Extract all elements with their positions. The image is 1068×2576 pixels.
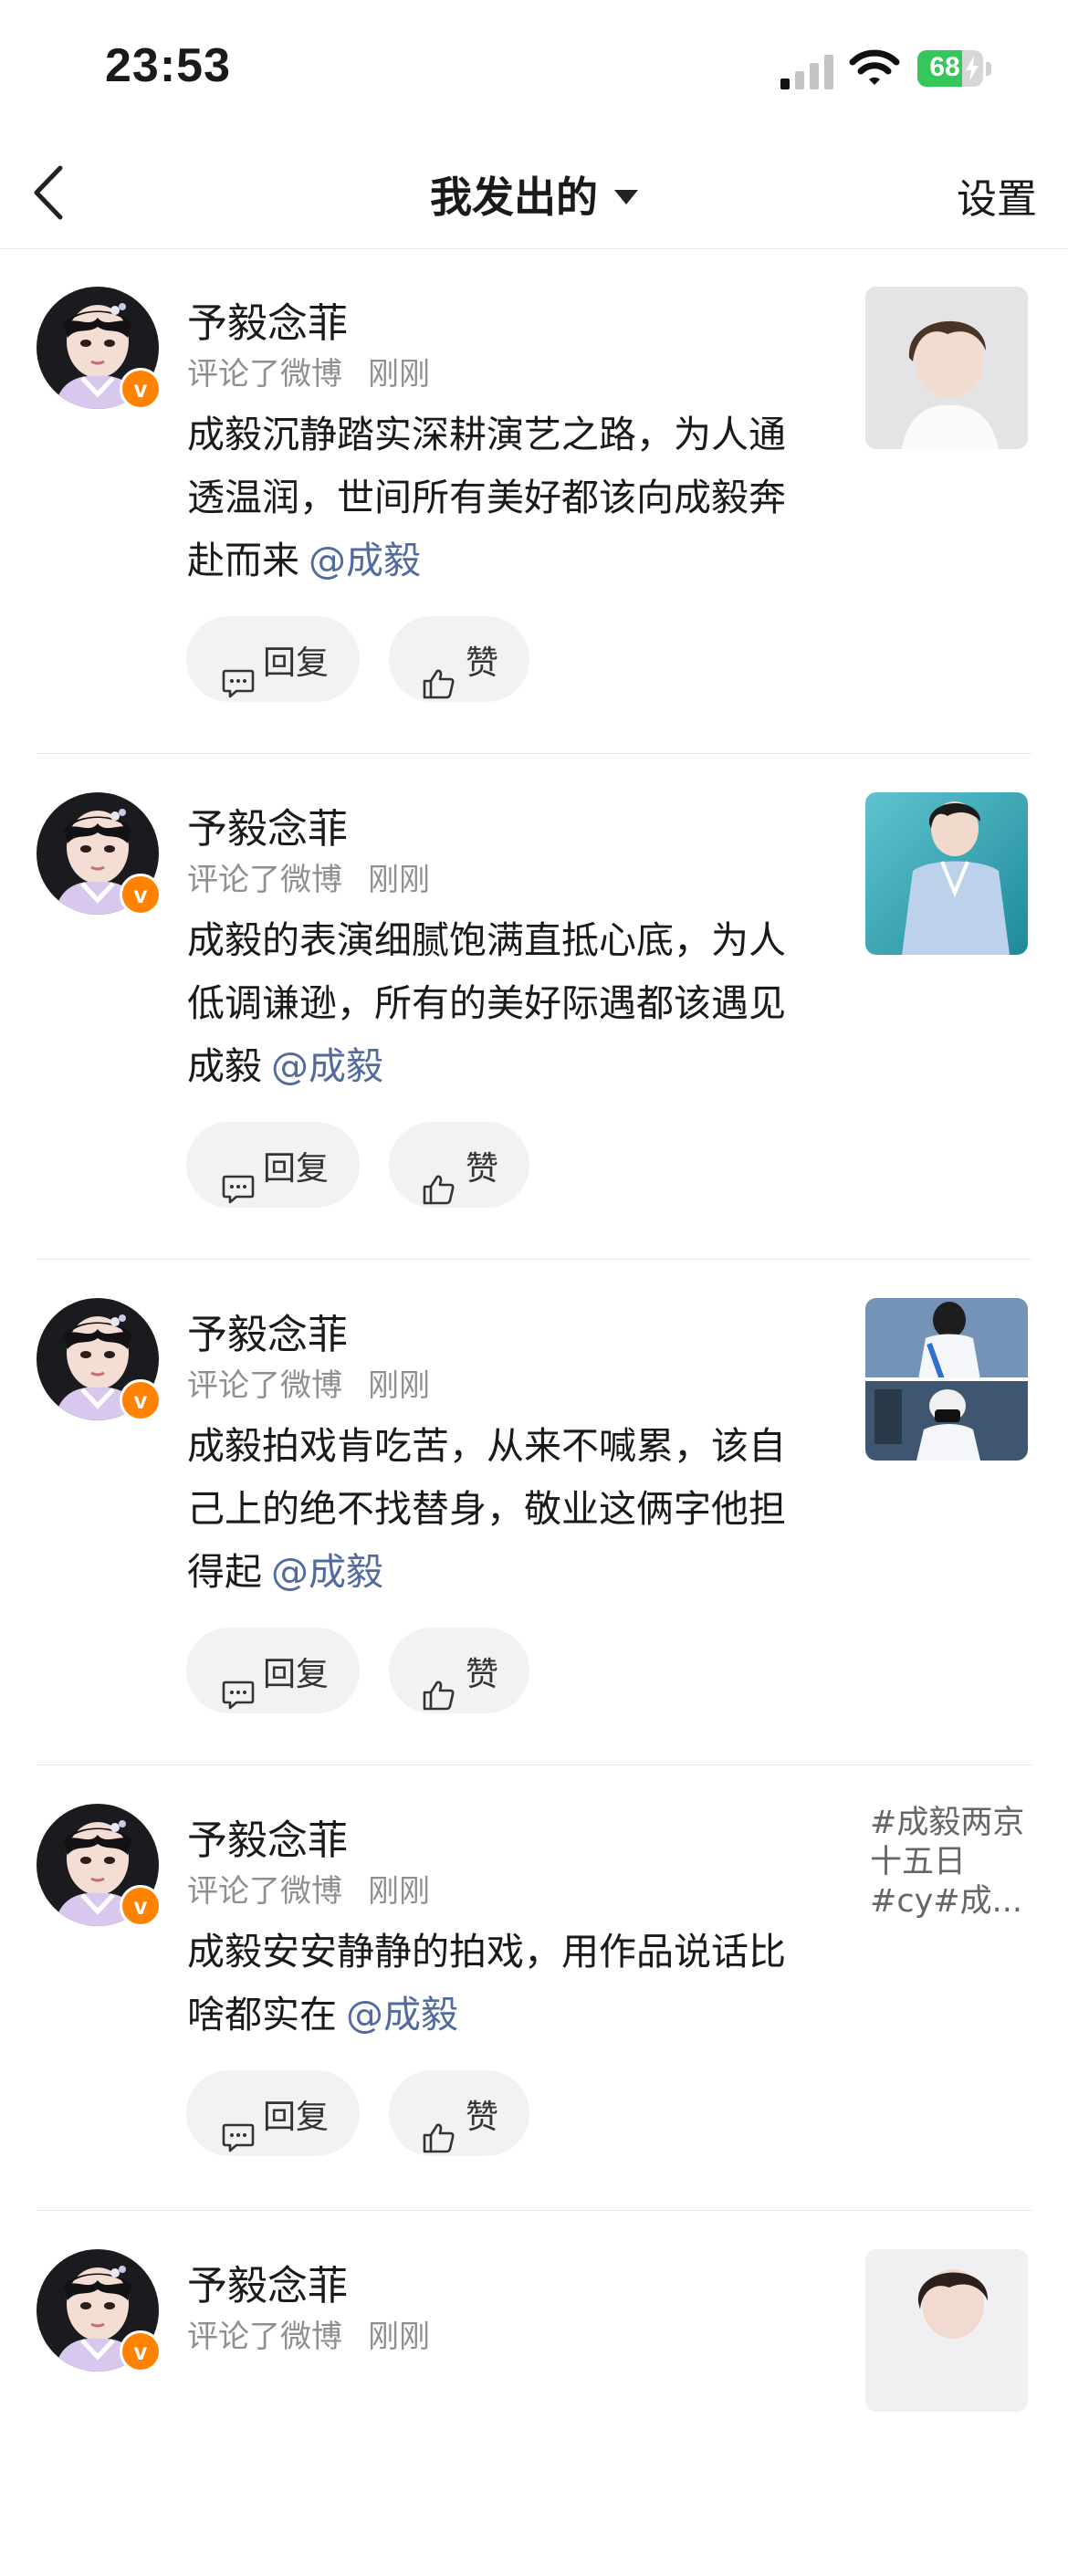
- comment-meta: 评论了微博 刚刚: [187, 854, 430, 899]
- weibo-thumbnail[interactable]: [865, 287, 1028, 449]
- comment-item[interactable]: v 予毅念菲 评论了微博 刚刚: [0, 2211, 1068, 2576]
- comment-action: 评论了微博: [187, 1367, 342, 1404]
- comment-icon: [222, 1175, 255, 1204]
- comment-time: 刚刚: [368, 2319, 430, 2355]
- comment-icon: [222, 1681, 255, 1710]
- comment-time: 刚刚: [368, 356, 430, 393]
- reply-button[interactable]: 回复: [186, 1628, 360, 1713]
- username[interactable]: 予毅念菲: [187, 796, 348, 854]
- comment-item[interactable]: v 予毅念菲 评论了微博 刚刚成毅安安静静的拍戏，用作品说话比啥都实在 @成毅 回复…: [0, 1765, 1068, 2211]
- username[interactable]: 予毅念菲: [187, 2253, 348, 2311]
- comment-text: 成毅安安静静的拍戏，用作品说话比啥都实在 @成毅: [187, 1921, 808, 2047]
- wifi-icon: [849, 49, 900, 85]
- like-label: 赞: [466, 1150, 499, 1188]
- settings-button[interactable]: 设置: [957, 166, 1037, 225]
- weibo-thumbnail[interactable]: [865, 2249, 1028, 2412]
- reply-label: 回复: [263, 2099, 330, 2136]
- verified-badge-icon: v: [120, 2330, 162, 2372]
- mention-link[interactable]: @成毅: [271, 1550, 383, 1594]
- reply-label: 回复: [263, 644, 330, 682]
- comment-action: 评论了微博: [187, 2319, 342, 2355]
- verified-badge-icon: v: [120, 874, 162, 916]
- comment-text: 成毅的表演细腻饱满直抵心底，为人低调谦逊，所有的美好际遇都该遇见成毅 @成毅: [187, 909, 808, 1098]
- cellular-signal-icon: [780, 55, 833, 89]
- comment-body: 成毅安安静静的拍戏，用作品说话比啥都实在: [187, 1930, 786, 2037]
- comment-text: 成毅沉静踏实深耕演艺之路，为人通透温润，世间所有美好都该向成毅奔赴而来 @成毅: [187, 403, 808, 592]
- weibo-thumbnail[interactable]: [865, 1298, 1028, 1461]
- comment-action: 评论了微博: [187, 1873, 342, 1910]
- like-label: 赞: [466, 2099, 499, 2136]
- reply-button[interactable]: 回复: [186, 1122, 360, 1208]
- username[interactable]: 予毅念菲: [187, 290, 348, 349]
- comment-meta: 评论了微博 刚刚: [187, 1360, 430, 1405]
- reply-label: 回复: [263, 1150, 330, 1188]
- battery-indicator: 68: [917, 50, 992, 89]
- username[interactable]: 予毅念菲: [187, 1302, 348, 1360]
- comment-meta: 评论了微博 刚刚: [187, 2311, 430, 2356]
- like-button[interactable]: 赞: [389, 1122, 529, 1208]
- battery-tip: [986, 62, 991, 76]
- comment-body: 成毅沉静踏实深耕演艺之路，为人通透温润，世间所有美好都该向成毅奔赴而来: [187, 413, 786, 582]
- comment-icon: [222, 2123, 255, 2152]
- like-button[interactable]: 赞: [389, 2070, 529, 2156]
- comment-icon: [222, 669, 255, 698]
- back-arrow-icon[interactable]: [27, 161, 71, 225]
- weibo-preview-text[interactable]: #成毅两京十五日#cy#成...: [870, 1804, 1034, 1922]
- username[interactable]: 予毅念菲: [187, 1807, 348, 1866]
- like-label: 赞: [466, 644, 499, 682]
- charging-bolt-icon: [966, 56, 979, 81]
- comment-item[interactable]: v 予毅念菲 评论了微博 刚刚成毅沉静踏实深耕演艺之路，为人通透温润，世间所有美好…: [0, 248, 1068, 754]
- mention-link[interactable]: @成毅: [309, 539, 421, 582]
- comment-text: 成毅拍戏肯吃苦，从来不喊累，该自己上的绝不找替身，敬业这俩字他担得起 @成毅: [187, 1415, 808, 1604]
- thumbs-up-icon: [423, 669, 455, 699]
- title-dropdown-button[interactable]: [411, 157, 657, 228]
- thumbs-up-icon: [423, 1681, 455, 1711]
- navigation-bar: 我发出的 设置: [0, 137, 1068, 249]
- comment-meta: 评论了微博 刚刚: [187, 349, 430, 393]
- thumbs-up-icon: [423, 2123, 455, 2153]
- verified-badge-icon: v: [120, 1885, 162, 1927]
- like-button[interactable]: 赞: [389, 1628, 529, 1713]
- verified-badge-icon: v: [120, 1379, 162, 1421]
- comment-time: 刚刚: [368, 1873, 430, 1910]
- mention-link[interactable]: @成毅: [346, 1993, 458, 2037]
- status-time: 23:53: [105, 39, 231, 92]
- reply-button[interactable]: 回复: [186, 2070, 360, 2156]
- status-bar: 23:53 68: [0, 0, 1068, 137]
- weibo-thumbnail[interactable]: [865, 792, 1028, 955]
- comment-time: 刚刚: [368, 862, 430, 898]
- comment-action: 评论了微博: [187, 356, 342, 393]
- comment-list: v 予毅念菲 评论了微博 刚刚 成毅沉静踏实深耕演艺之路，为人通透温润，世间所有美好…: [0, 248, 1068, 2576]
- like-label: 赞: [466, 1656, 499, 1693]
- reply-button[interactable]: 回复: [186, 616, 360, 702]
- reply-label: 回复: [263, 1656, 330, 1693]
- comment-time: 刚刚: [368, 1367, 430, 1404]
- comment-action: 评论了微博: [187, 862, 342, 898]
- battery-percent: 68: [929, 52, 960, 82]
- thumbs-up-icon: [423, 1175, 455, 1205]
- verified-badge-icon: v: [120, 368, 162, 410]
- like-button[interactable]: 赞: [389, 616, 529, 702]
- comment-item[interactable]: v 予毅念菲 评论了微博 刚刚成毅的表演细腻饱满直抵心底，为人低调谦逊，所有的美好…: [0, 754, 1068, 1260]
- mention-link[interactable]: @成毅: [271, 1044, 383, 1088]
- comment-meta: 评论了微博 刚刚: [187, 1866, 430, 1911]
- comment-item[interactable]: v 予毅念菲 评论了微博 刚刚成毅拍戏肯吃苦，从来不喊累，该自己上的绝不找替身，敬…: [0, 1260, 1068, 1765]
